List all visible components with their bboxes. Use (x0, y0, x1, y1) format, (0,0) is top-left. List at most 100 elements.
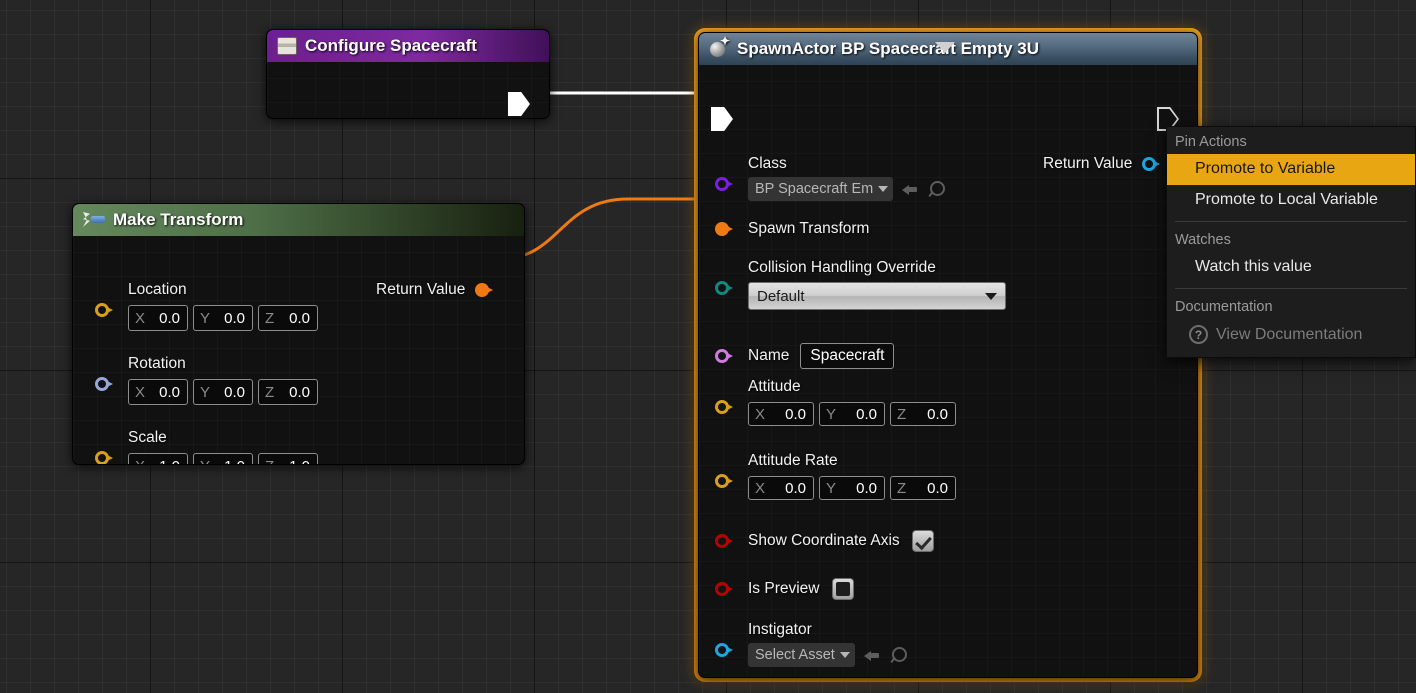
pin-row-return-value[interactable]: Return Value (1043, 155, 1161, 173)
attitude-z-value: 0.0 (927, 405, 948, 423)
menu-item-watch-this-value[interactable]: Watch this value (1167, 252, 1415, 283)
pin-row-attitude[interactable]: Attitude X 0.0 Y 0.0 Z 0.0 (715, 378, 956, 426)
pin-label-is-preview: Is Preview (748, 580, 820, 597)
location-x-field[interactable]: X 0.0 (128, 305, 188, 331)
is-preview-pin[interactable] (715, 582, 734, 596)
pin-label-class: Class (748, 155, 787, 172)
menu-divider (1175, 288, 1407, 289)
node-title-text: SpawnActor BP Spacecraft Empty 3U (737, 39, 1039, 58)
pin-row-return-value[interactable]: Return Value (376, 281, 494, 299)
instigator-asset-combo[interactable]: Select Asset (748, 643, 855, 667)
return-value-pin[interactable] (1142, 157, 1161, 171)
attitude-rate-y-field[interactable]: Y 0.0 (819, 476, 885, 500)
pin-row-rotation[interactable]: Rotation X 0.0 Y 0.0 Z 0.0 (95, 355, 318, 405)
pin-label-rotation: Rotation (128, 355, 186, 372)
axis-label-y: Y (826, 479, 837, 497)
use-selected-asset-icon[interactable] (902, 182, 919, 197)
collision-handling-value: Default (757, 287, 805, 305)
menu-item-promote-to-variable[interactable]: Promote to Variable (1167, 154, 1415, 185)
function-node-icon (277, 37, 297, 55)
axis-label-x: X (755, 405, 766, 423)
location-y-field[interactable]: Y 0.0 (193, 305, 253, 331)
menu-item-promote-to-local-variable[interactable]: Promote to Local Variable (1167, 185, 1415, 216)
pin-row-location[interactable]: Location X 0.0 Y 0.0 Z 0.0 (95, 281, 318, 331)
collision-handling-override-pin[interactable] (715, 281, 734, 295)
rotation-x-value: 0.0 (159, 383, 180, 401)
pin-row-collision-handling-override[interactable]: Collision Handling Override Default (715, 259, 1006, 310)
rotation-y-field[interactable]: Y 0.0 (193, 379, 253, 405)
scale-z-value: 1.0 (280, 458, 310, 465)
pin-row-name[interactable]: Name Spacecraft (715, 343, 895, 369)
attitude-rate-vector-input[interactable]: X 0.0 Y 0.0 Z 0.0 (748, 476, 956, 500)
node-configure-spacecraft[interactable]: Configure Spacecraft (266, 29, 550, 119)
scale-vector-input[interactable]: X 1.0 Y 1.0 Z 1.0 (128, 453, 318, 465)
chevron-down-icon (985, 292, 997, 300)
axis-label-x: X (135, 309, 146, 327)
pin-label-name: Name (748, 347, 790, 364)
node-title-bar[interactable]: Make Transform (73, 204, 524, 236)
pin-row-show-coordinate-axis[interactable]: Show Coordinate Axis (715, 530, 934, 552)
name-input[interactable]: Spacecraft (800, 343, 895, 369)
browse-asset-icon[interactable] (890, 647, 907, 663)
attitude-rate-x-field[interactable]: X 0.0 (748, 476, 814, 500)
attitude-rate-pin[interactable] (715, 474, 734, 488)
location-z-field[interactable]: Z 0.0 (258, 305, 318, 331)
attitude-pin[interactable] (715, 400, 734, 414)
instigator-asset-value: Select Asset (755, 647, 835, 663)
scale-pin[interactable] (95, 451, 114, 464)
scale-y-value: 1.0 (216, 458, 245, 465)
axis-label-y: Y (200, 458, 210, 465)
menu-item-view-documentation[interactable]: ? View Documentation (1167, 319, 1415, 351)
location-vector-input[interactable]: X 0.0 Y 0.0 Z 0.0 (128, 305, 318, 331)
menu-section-header-pin-actions: Pin Actions (1175, 134, 1247, 150)
attitude-vector-input[interactable]: X 0.0 Y 0.0 Z 0.0 (748, 402, 956, 426)
instigator-pin[interactable] (715, 643, 734, 657)
scale-y-field[interactable]: Y 1.0 (193, 453, 253, 465)
exec-output-pin[interactable] (508, 92, 530, 116)
browse-asset-icon[interactable] (928, 181, 946, 197)
attitude-x-field[interactable]: X 0.0 (748, 402, 814, 426)
pin-row-scale[interactable]: Scale X 1.0 Y 1.0 Z 1.0 (95, 429, 318, 465)
node-make-transform[interactable]: Make Transform Return Value Location X 0… (72, 203, 525, 465)
attitude-z-field[interactable]: Z 0.0 (890, 402, 956, 426)
pin-label-collision-handling-override: Collision Handling Override (748, 259, 936, 276)
scale-x-field[interactable]: X 1.0 (128, 453, 188, 464)
rotation-z-field[interactable]: Z 0.0 (258, 379, 318, 405)
class-asset-combo[interactable]: BP Spacecraft Em (748, 177, 894, 201)
pin-row-exec-in[interactable] (711, 107, 733, 131)
return-value-pin[interactable] (475, 283, 494, 297)
node-title-bar[interactable]: Configure Spacecraft (267, 30, 549, 62)
rotation-x-field[interactable]: X 0.0 (128, 379, 188, 405)
name-pin[interactable] (715, 349, 734, 363)
show-coordinate-axis-pin[interactable] (715, 534, 734, 548)
axis-label-z: Z (265, 383, 275, 401)
rotation-vector-input[interactable]: X 0.0 Y 0.0 Z 0.0 (128, 379, 318, 405)
is-preview-checkbox[interactable] (831, 578, 854, 600)
expand-node-arrow[interactable] (935, 42, 955, 53)
attitude-y-field[interactable]: Y 0.0 (819, 402, 885, 426)
show-coordinate-axis-checkbox[interactable] (911, 530, 934, 552)
pin-row-exec-out[interactable] (508, 92, 530, 116)
pin-context-menu[interactable]: Pin Actions Promote to Variable Promote … (1166, 126, 1416, 358)
rotation-pin[interactable] (95, 377, 114, 391)
spawn-transform-pin[interactable] (715, 222, 734, 236)
scale-z-field[interactable]: Z 1.0 (258, 453, 318, 465)
axis-label-z: Z (897, 405, 907, 423)
location-pin[interactable] (95, 303, 114, 317)
location-x-value: 0.0 (159, 309, 180, 327)
pin-row-is-preview[interactable]: Is Preview (715, 578, 854, 600)
pin-row-class[interactable]: Class BP Spacecraft Em (715, 155, 946, 201)
exec-input-pin[interactable] (711, 107, 733, 131)
node-spawn-actor[interactable]: SpawnActor BP Spacecraft Empty 3U Return… (694, 28, 1202, 682)
pin-row-instigator[interactable]: Instigator Select Asset (715, 621, 907, 667)
pin-row-spawn-transform[interactable]: Spawn Transform (715, 220, 869, 238)
collision-handling-combo[interactable]: Default (748, 282, 1006, 310)
use-selected-asset-icon[interactable] (863, 648, 881, 663)
pin-row-attitude-rate[interactable]: Attitude Rate X 0.0 Y 0.0 Z 0.0 (715, 452, 956, 500)
attitude-rate-z-field[interactable]: Z 0.0 (890, 476, 956, 500)
node-title-text: Configure Spacecraft (305, 36, 477, 55)
class-pin[interactable] (715, 177, 734, 191)
location-z-value: 0.0 (289, 309, 310, 327)
pin-label-spawn-transform: Spawn Transform (748, 220, 870, 237)
axis-label-x: X (755, 479, 766, 497)
